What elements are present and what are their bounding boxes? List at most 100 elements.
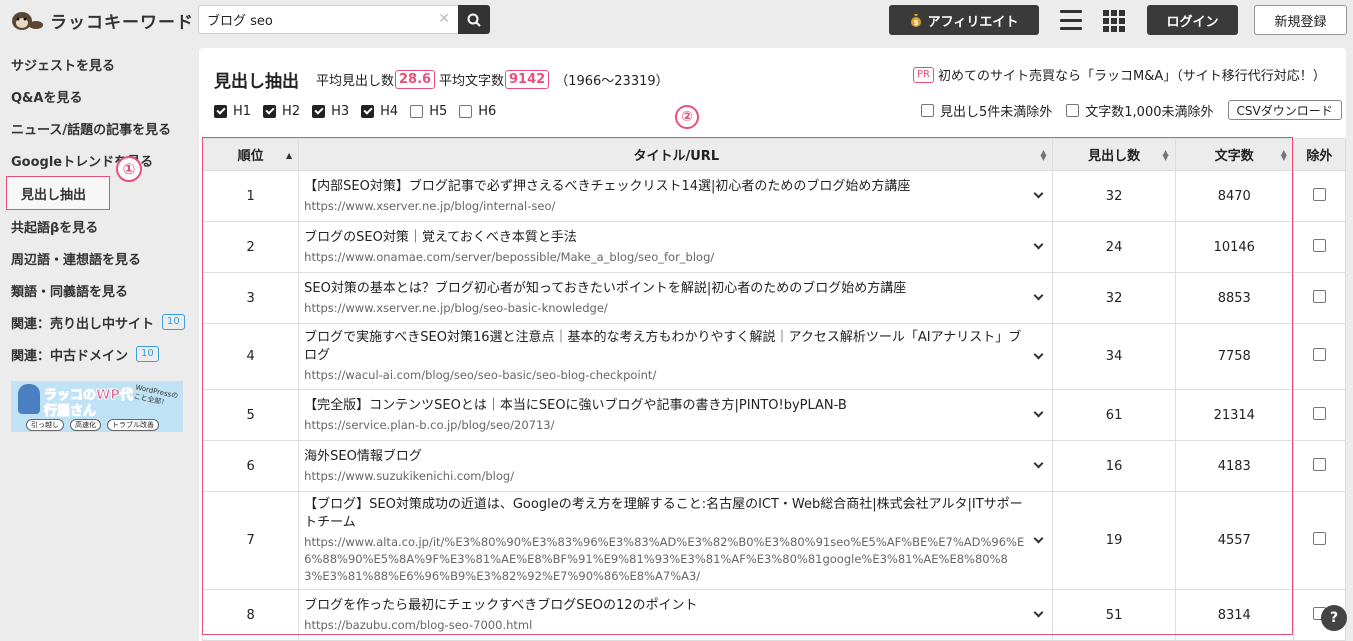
filter-h2[interactable]: H2 bbox=[263, 104, 300, 119]
table-row[interactable]: 8 ブログを作ったら最初にチェックすべきブログSEOの12のポイント https:… bbox=[201, 589, 1347, 641]
sidebar-item-sites-for-sale[interactable]: 関連：売り出し中サイト 10 bbox=[0, 306, 198, 338]
search-button[interactable] bbox=[458, 5, 490, 34]
char-count-cell: 10146 bbox=[1174, 221, 1294, 273]
char-count-cell: 4557 bbox=[1174, 491, 1294, 590]
avg-chars-value: 9142 bbox=[505, 70, 550, 89]
exclude-checkbox[interactable] bbox=[1312, 187, 1326, 201]
wp-service-banner[interactable]: ラッコのWP代行屋さん WordPressのこと全部！ 引っ越し 高速化 トラブ… bbox=[11, 381, 183, 432]
rank-cell: 8 bbox=[201, 589, 300, 641]
article-url[interactable]: https://wacul-ai.com/blog/seo/seo-basic/… bbox=[304, 367, 1048, 384]
article-url[interactable]: https://www.suzukikenichi.com/blog/ bbox=[304, 468, 1048, 485]
title-cell[interactable]: 【内部SEO対策】ブログ記事で必ず押さえるべきチェックリスト14選|初心者のため… bbox=[298, 170, 1054, 222]
article-title[interactable]: ブログを作ったら最初にチェックすべきブログSEOの12のポイント bbox=[304, 597, 1048, 615]
banner-tag: 高速化 bbox=[70, 419, 101, 431]
login-button[interactable]: ログイン bbox=[1147, 5, 1238, 35]
checkbox-checked[interactable] bbox=[312, 105, 326, 118]
article-title[interactable]: 【完全版】コンテンツSEOとは｜本当にSEOに強いブログや記事の書き方|PINT… bbox=[304, 397, 1048, 415]
sidebar-item-synonyms[interactable]: 類語・同義語を見る bbox=[0, 274, 198, 306]
article-title[interactable]: ブログで実施すべきSEO対策16選と注意点｜基本的な考え方もわかりやすく解説｜ア… bbox=[304, 329, 1048, 365]
column-header-title[interactable]: タイトル/URL ▲ ▼ bbox=[298, 138, 1054, 171]
article-title[interactable]: ブログのSEO対策｜覚えておくべき本質と手法 bbox=[304, 229, 1048, 247]
table-row[interactable]: 5 【完全版】コンテンツSEOとは｜本当にSEOに強いブログや記事の書き方|PI… bbox=[201, 389, 1347, 441]
article-url[interactable]: https://www.xserver.ne.jp/blog/internal-… bbox=[304, 198, 1048, 215]
sidebar-item-suggest[interactable]: サジェストを見る bbox=[0, 48, 198, 80]
apps-grid-icon[interactable] bbox=[1103, 10, 1125, 32]
filter-h1[interactable]: H1 bbox=[214, 104, 251, 119]
filter-h5[interactable]: H5 bbox=[410, 104, 447, 119]
table-row[interactable]: 2 ブログのSEO対策｜覚えておくべき本質と手法 https://www.onam… bbox=[201, 221, 1347, 273]
table-row[interactable]: 3 SEO対策の基本とは？ブログ初心者が知っておきたいポイントを解説|初心者のた… bbox=[201, 272, 1347, 324]
checkbox-unchecked[interactable] bbox=[1066, 103, 1080, 117]
exclude-cell bbox=[1292, 440, 1347, 492]
title-cell[interactable]: ブログのSEO対策｜覚えておくべき本質と手法 https://www.onamae… bbox=[298, 221, 1054, 273]
register-button[interactable]: 新規登録 bbox=[1254, 5, 1347, 35]
search-bar: ✕ bbox=[198, 5, 490, 34]
article-title[interactable]: SEO対策の基本とは？ブログ初心者が知っておきたいポイントを解説|初心者のための… bbox=[304, 280, 1048, 298]
checkbox-checked[interactable] bbox=[214, 105, 227, 118]
exclude-cell bbox=[1292, 221, 1347, 273]
title-cell[interactable]: 【完全版】コンテンツSEOとは｜本当にSEOに強いブログや記事の書き方|PINT… bbox=[298, 389, 1054, 441]
heading-level-filters: H1 H2 H3 H4 H5 H6 bbox=[214, 104, 496, 119]
checkbox-unchecked[interactable] bbox=[410, 105, 424, 118]
char-count-cell: 8853 bbox=[1174, 272, 1294, 324]
column-header-rank[interactable]: 順位 ▲ bbox=[201, 138, 300, 171]
title-cell[interactable]: ブログを作ったら最初にチェックすべきブログSEOの12のポイント https://… bbox=[298, 589, 1054, 641]
exclude-few-headings[interactable]: 見出し5件未満除外 bbox=[921, 101, 1052, 120]
table-row[interactable]: 6 海外SEO情報ブログ https://www.suzukikenichi.co… bbox=[201, 440, 1347, 492]
checkbox-unchecked[interactable] bbox=[459, 105, 473, 118]
avg-chars-stat: 平均文字数 9142 （1966〜23319） bbox=[439, 70, 669, 89]
checkbox-checked[interactable] bbox=[263, 105, 277, 118]
column-header-heading-count[interactable]: 見出し数 ▲ ▼ bbox=[1052, 138, 1176, 171]
table-row[interactable]: 7 【ブログ】SEO対策成功の近道は、Googleの考え方を理解すること:名古屋… bbox=[201, 491, 1347, 590]
exclude-checkbox[interactable] bbox=[1312, 289, 1326, 303]
article-url[interactable]: https://www.xserver.ne.jp/blog/seo-basic… bbox=[304, 300, 1048, 317]
sidebar-item-qa[interactable]: Q&Aを見る bbox=[0, 80, 198, 112]
pr-link[interactable]: PR 初めてのサイト売買なら「ラッコM&A」（サイト移行代行対応！） bbox=[913, 65, 1326, 84]
exclude-checkbox[interactable] bbox=[1312, 238, 1326, 252]
table-row[interactable]: 1 【内部SEO対策】ブログ記事で必ず押さえるべきチェックリスト14選|初心者の… bbox=[201, 170, 1347, 222]
article-url[interactable]: https://www.alta.co.jp/it/%E3%80%90%E3%8… bbox=[304, 534, 1048, 585]
money-bag-icon: $ bbox=[910, 14, 921, 27]
csv-download-button[interactable]: CSVダウンロード bbox=[1227, 100, 1342, 120]
checkbox-unchecked[interactable] bbox=[921, 103, 934, 117]
sort-icon: ▲ ▼ bbox=[1040, 148, 1047, 162]
sidebar-item-used-domains[interactable]: 関連：中古ドメイン 10 bbox=[0, 338, 198, 370]
table-row[interactable]: 4 ブログで実施すべきSEO対策16選と注意点｜基本的な考え方もわかりやすく解説… bbox=[201, 323, 1347, 390]
exclude-checkbox[interactable] bbox=[1312, 348, 1326, 361]
sidebar-item-associated-words[interactable]: 周辺語・連想語を見る bbox=[0, 242, 198, 274]
exclude-few-chars[interactable]: 文字数1,000未満除外 bbox=[1066, 101, 1214, 120]
heading-count-cell: 32 bbox=[1052, 272, 1176, 324]
sidebar-item-google-trends[interactable]: Googleトレンドを見る bbox=[0, 144, 198, 176]
article-url[interactable]: https://www.onamae.com/server/bepossible… bbox=[304, 249, 1048, 266]
article-title[interactable]: 海外SEO情報ブログ bbox=[304, 448, 1048, 466]
article-title[interactable]: 【内部SEO対策】ブログ記事で必ず押さえるべきチェックリスト14選|初心者のため… bbox=[304, 178, 1048, 196]
filter-h6[interactable]: H6 bbox=[459, 104, 496, 119]
affiliate-button[interactable]: $ アフィリエイト bbox=[889, 5, 1039, 35]
title-cell[interactable]: SEO対策の基本とは？ブログ初心者が知っておきたいポイントを解説|初心者のための… bbox=[298, 272, 1054, 324]
heading-count-cell: 24 bbox=[1052, 221, 1176, 273]
title-cell[interactable]: ブログで実施すべきSEO対策16選と注意点｜基本的な考え方もわかりやすく解説｜ア… bbox=[298, 323, 1054, 390]
hamburger-menu-icon[interactable] bbox=[1060, 10, 1082, 30]
rank-cell: 3 bbox=[201, 272, 300, 324]
column-header-char-count[interactable]: 文字数 ▲ ▼ bbox=[1174, 138, 1294, 171]
logo[interactable]: ラッコキーワード bbox=[10, 6, 194, 34]
search-input[interactable] bbox=[198, 5, 458, 34]
exclude-checkbox[interactable] bbox=[1312, 457, 1326, 471]
sidebar-item-heading-extract[interactable]: 見出し抽出 bbox=[6, 176, 110, 210]
banner-tags: 引っ越し 高速化 トラブル改善 bbox=[26, 419, 159, 431]
filter-h4[interactable]: H4 bbox=[361, 104, 398, 119]
title-cell[interactable]: 海外SEO情報ブログ https://www.suzukikenichi.com/… bbox=[298, 440, 1054, 492]
help-button[interactable]: ? bbox=[1321, 605, 1347, 631]
filter-h3[interactable]: H3 bbox=[312, 104, 349, 119]
checkbox-checked[interactable] bbox=[361, 105, 375, 118]
exclude-checkbox[interactable] bbox=[1312, 406, 1326, 420]
sidebar-item-cooccurrence[interactable]: 共起語βを見る bbox=[0, 210, 198, 242]
exclude-cell bbox=[1292, 272, 1347, 324]
article-title[interactable]: 【ブログ】SEO対策成功の近道は、Googleの考え方を理解すること:名古屋のI… bbox=[304, 496, 1048, 532]
article-url[interactable]: https://bazubu.com/blog-seo-7000.html bbox=[304, 617, 1048, 634]
article-url[interactable]: https://service.plan-b.co.jp/blog/seo/20… bbox=[304, 417, 1048, 434]
clear-search-icon[interactable]: ✕ bbox=[438, 11, 450, 27]
sidebar-item-news[interactable]: ニュース/話題の記事を見る bbox=[0, 112, 198, 144]
exclude-checkbox[interactable] bbox=[1312, 532, 1326, 545]
title-cell[interactable]: 【ブログ】SEO対策成功の近道は、Googleの考え方を理解すること:名古屋のI… bbox=[298, 491, 1054, 590]
